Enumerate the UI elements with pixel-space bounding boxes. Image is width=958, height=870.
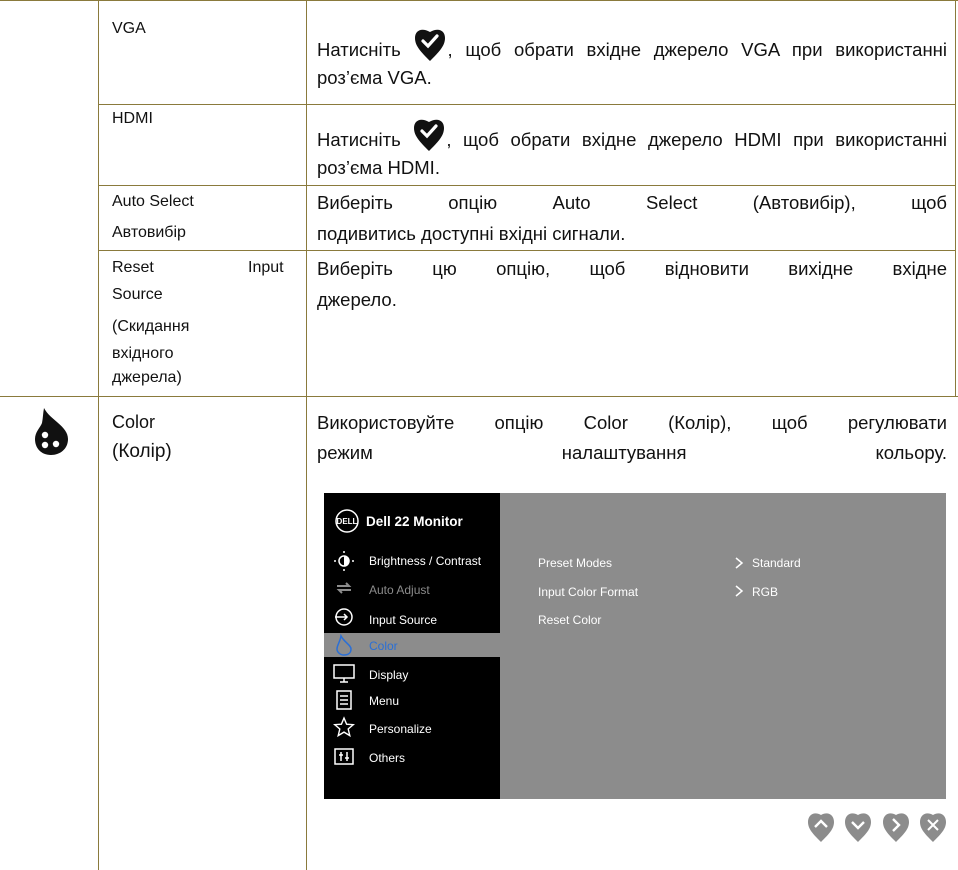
osd-menu-menu[interactable]: Menu	[369, 694, 399, 708]
vga-option-label: VGA	[112, 20, 146, 37]
hdmi-desc-start: Натисніть	[317, 129, 401, 150]
next-icon[interactable]	[882, 810, 910, 844]
reset-input-desc-line1: Виберіть цю опцію, щоб відновити вихідне…	[317, 258, 947, 279]
hdmi-option-label: HDMI	[112, 110, 153, 127]
osd-menu-color[interactable]: Color	[369, 639, 398, 653]
osd-setting-input-color-format[interactable]: Input Color Format	[538, 585, 638, 599]
osd-setting-preset-modes[interactable]: Preset Modes	[538, 556, 612, 570]
color-desc-word1: режим	[317, 442, 373, 463]
color-desc-word3: кольору.	[875, 442, 947, 463]
osd-settings-panel	[500, 493, 946, 799]
color-icon	[336, 634, 352, 656]
up-icon[interactable]	[807, 810, 835, 844]
check-button-icon	[414, 119, 445, 151]
vga-desc-start: Натисніть	[317, 39, 401, 60]
osd-menu-others[interactable]: Others	[369, 751, 405, 765]
color-desc-line1: Використовуйте опцію Color (Колір), щоб …	[317, 412, 947, 433]
dell-logo: DELL	[335, 509, 359, 533]
down-icon[interactable]	[844, 810, 872, 844]
menu-icon	[336, 690, 352, 710]
color-option-en: Color	[112, 412, 156, 432]
auto-select-desc-line1: Виберіть опцію Auto Select (Автовибір), …	[317, 192, 947, 213]
input-source-icon	[335, 608, 353, 626]
osd-menu-auto-adjust[interactable]: Auto Adjust	[369, 583, 430, 597]
reset-input-option-line5: джерела)	[112, 369, 182, 386]
chevron-right-icon	[735, 557, 744, 569]
star-icon	[333, 716, 355, 738]
osd-value-input-color-format: RGB	[752, 585, 779, 599]
exit-icon[interactable]	[919, 810, 947, 844]
auto-select-desc-line2: подивитись доступні вхідні сигнали.	[317, 223, 626, 244]
color-desc-line2: режим налаштування кольору.	[317, 439, 947, 467]
reset-input-option-line2: Source	[112, 286, 163, 303]
osd-menu-brightness[interactable]: Brightness / Contrast	[369, 554, 481, 568]
osd-menu-input-source[interactable]: Input Source	[369, 613, 437, 627]
reset-input-desc-line2: джерело.	[317, 289, 397, 310]
auto-select-option-en: Auto Select	[112, 193, 194, 210]
color-option-uk: (Колір)	[112, 441, 172, 462]
check-button-icon	[415, 29, 446, 61]
auto-select-option-uk: Автовибір	[112, 224, 186, 241]
brightness-icon	[334, 551, 354, 571]
chevron-right-icon	[735, 585, 744, 597]
color-desc-word2: налаштування	[561, 442, 687, 463]
color-drop-icon	[35, 408, 68, 455]
osd-value-preset-modes: Standard	[752, 556, 801, 570]
osd-title: Dell 22 Monitor	[366, 514, 463, 529]
svg-text:DELL: DELL	[337, 517, 358, 526]
osd-menu-display[interactable]: Display	[369, 668, 408, 682]
osd-menu-personalize[interactable]: Personalize	[369, 722, 432, 736]
auto-adjust-icon	[336, 582, 352, 594]
hdmi-description: Натисніть , щоб обрати вхідне джерело HD…	[317, 116, 947, 182]
osd-setting-reset-color[interactable]: Reset Color	[538, 613, 601, 627]
reset-input-option-line3: (Скидання	[112, 318, 190, 335]
display-icon	[333, 664, 355, 683]
reset-input-option-line4: вхідного	[112, 345, 174, 362]
vga-description: Натисніть , щоб обрати вхідне джерело VG…	[317, 26, 947, 92]
others-icon	[334, 748, 354, 765]
reset-input-option-line1: Reset	[112, 259, 154, 276]
reset-input-option-line1b: Input	[248, 259, 284, 276]
vga-desc-end: , щоб обрати вхідне джерело VGA при вико…	[317, 39, 947, 88]
